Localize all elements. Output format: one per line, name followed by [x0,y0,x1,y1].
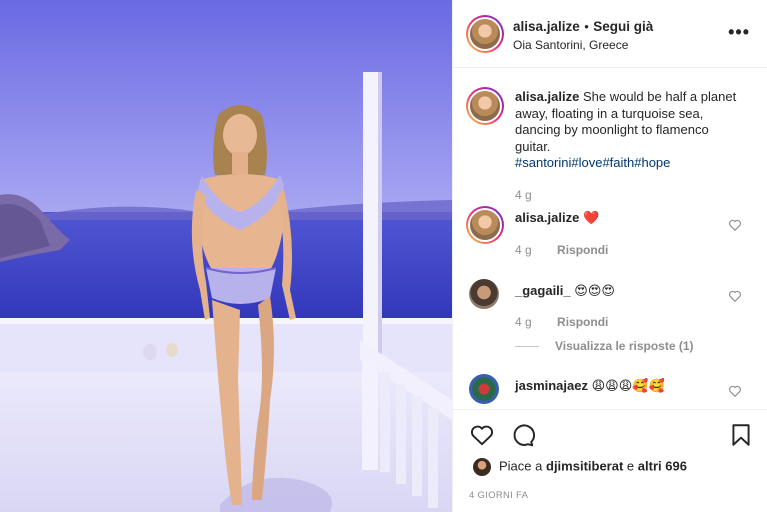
likes-prefix: Piace a [499,458,543,474]
like-comment-heart-icon[interactable] [728,384,742,398]
comment-body: 😍😍😍 [574,283,615,298]
likes-others[interactable]: altri 696 [638,458,687,473]
view-replies-button[interactable]: Visualizza le risposte (1) [515,339,694,353]
comment-body: 😩😩😩🥰🥰 [591,378,665,393]
comments-list[interactable]: alisa.jalize She would be half a planet … [453,69,767,409]
caption-text: alisa.jalize She would be half a planet … [515,89,740,172]
post-timestamp[interactable]: 4 GIORNI FA [469,490,528,501]
comment-avatar[interactable] [469,374,499,404]
replies-divider [515,346,539,348]
header-separator: • [584,19,589,34]
caption-hashtags[interactable]: #santorini#love#faith#hope [515,155,670,170]
comment-bubble-icon[interactable] [509,422,535,448]
view-replies-label: Visualizza le risposte (1) [555,339,694,353]
comment-username[interactable]: jasminajaez [515,378,588,393]
comment-time: 4 g [515,243,532,257]
comment-body: ❤️ [582,210,600,225]
comment-username[interactable]: _gagaili_ [515,283,571,298]
liker-avatar [473,458,491,476]
likes-conjunction: e [626,458,635,474]
caption-username[interactable]: alisa.jalize [515,89,579,104]
comment-text: alisa.jalize ❤️ [515,210,599,227]
like-comment-heart-icon[interactable] [728,218,742,232]
comment-avatar[interactable] [469,279,499,309]
more-options-icon[interactable]: ••• [728,22,750,43]
author-avatar[interactable] [466,15,504,53]
like-comment-heart-icon[interactable] [728,289,742,303]
comment-meta: 4 g Rispondi [515,243,608,257]
bookmark-icon[interactable] [728,422,754,448]
comment-time: 4 g [515,315,532,329]
reply-button[interactable]: Rispondi [557,315,608,329]
reply-button[interactable]: Rispondi [557,243,608,257]
comment-text: jasminajaez 😩😩😩🥰🥰 [515,378,665,395]
photo-image [0,0,452,512]
post-side-panel: alisa.jalize • Segui già Oia Santorini, … [452,0,767,512]
post-actions: Piace a djimsitiberat e altri 696 4 GIOR… [453,409,767,512]
caption-avatar[interactable] [466,87,504,125]
follow-status-button[interactable]: Segui già [593,19,653,34]
comment-username[interactable]: alisa.jalize [515,210,579,225]
post-location[interactable]: Oia Santorini, Greece [513,38,628,52]
like-heart-icon[interactable] [469,422,495,448]
comment-text: _gagaili_ 😍😍😍 [515,283,615,300]
post-header: alisa.jalize • Segui già Oia Santorini, … [453,0,767,68]
liker-username[interactable]: djimsitiberat [546,458,623,473]
author-username[interactable]: alisa.jalize [513,19,580,34]
caption-time: 4 g [515,188,532,202]
comment-meta: 4 g Rispondi [515,315,608,329]
post-photo[interactable] [0,0,452,512]
likes-summary[interactable]: Piace a djimsitiberat e altri 696 [473,458,687,476]
comment-avatar[interactable] [466,206,504,244]
